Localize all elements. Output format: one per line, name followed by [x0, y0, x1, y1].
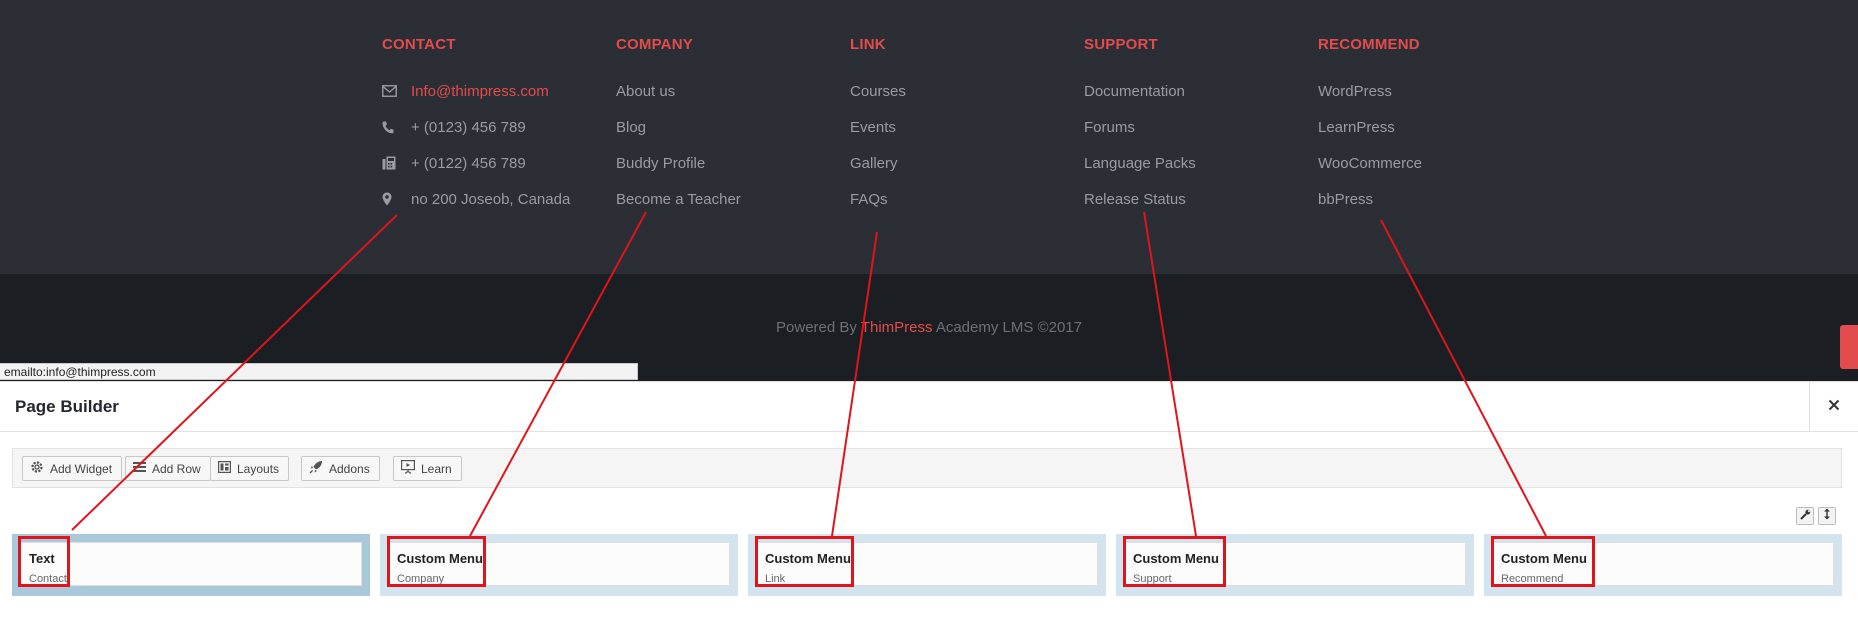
page-title: Page Builder [15, 397, 119, 416]
add-row-button[interactable]: Add Row [125, 456, 211, 481]
layout-icon [218, 461, 237, 476]
footer-link[interactable]: Gallery [850, 155, 898, 172]
presentation-icon [401, 460, 421, 477]
footer-link[interactable]: Documentation [1084, 83, 1185, 100]
close-button[interactable] [1809, 382, 1858, 431]
footer-link[interactable]: WordPress [1318, 83, 1392, 100]
contact-email[interactable]: Info@thimpress.com [382, 73, 612, 109]
email-link[interactable]: Info@thimpress.com [411, 83, 549, 100]
copyright-text: Powered By ThimPress Academy LMS ©2017 [0, 319, 1858, 336]
footer-link[interactable]: Buddy Profile [616, 155, 705, 172]
column-heading: SUPPORT [1084, 36, 1158, 53]
builder-widget[interactable]: Text Contact [20, 542, 362, 586]
footer-link[interactable]: WooCommerce [1318, 155, 1422, 172]
add-widget-label: Add Widget [50, 461, 113, 476]
footer-column-recommend: RECOMMEND WordPress LearnPress WooCommer… [1318, 36, 1548, 217]
column-heading: RECOMMEND [1318, 36, 1420, 53]
map-marker-icon [382, 192, 404, 206]
learn-label: Learn [421, 461, 452, 476]
rocket-icon [309, 460, 329, 477]
footer-link[interactable]: About us [616, 83, 675, 100]
footer-link[interactable]: Courses [850, 83, 906, 100]
layouts-label: Layouts [237, 461, 280, 476]
add-widget-button[interactable]: Add Widget [22, 456, 123, 481]
wrench-icon [1799, 507, 1811, 525]
copyright-prefix: Powered By [776, 319, 861, 336]
footer-column-contact: CONTACT Info@thimpress.com + (0123) 456 … [382, 36, 612, 217]
footer: CONTACT Info@thimpress.com + (0123) 456 … [0, 0, 1858, 274]
highlight-box [387, 536, 486, 587]
addons-button[interactable]: Addons [301, 456, 380, 481]
footer-column-support: SUPPORT Documentation Forums Language Pa… [1084, 36, 1314, 217]
move-icon [1823, 507, 1831, 525]
contact-fax: + (0122) 456 789 [382, 145, 612, 181]
column-heading: CONTACT [382, 36, 456, 53]
page-builder-header: Page Builder [0, 382, 1858, 432]
footer-link[interactable]: LearnPress [1318, 119, 1395, 136]
footer-link[interactable]: bbPress [1318, 191, 1373, 208]
contact-phone: + (0123) 456 789 [382, 109, 612, 145]
fax-number: + (0122) 456 789 [411, 154, 526, 172]
back-to-top-button[interactable] [1840, 325, 1858, 369]
column-heading: COMPANY [616, 36, 693, 53]
footer-column-link: LINK Courses Events Gallery FAQs [850, 36, 1080, 217]
footer-link[interactable]: Forums [1084, 119, 1135, 136]
add-row-label: Add Row [152, 461, 201, 476]
column-heading: LINK [850, 36, 886, 53]
phone-number: + (0123) 456 789 [411, 118, 526, 136]
page-builder-toolbar: Add Widget Add Row Layouts Addons Learn [12, 448, 1842, 488]
phone-icon [382, 121, 404, 134]
highlight-box [1123, 536, 1226, 587]
footer-link[interactable]: Blog [616, 119, 646, 136]
footer-link[interactable]: Become a Teacher [616, 191, 741, 208]
copyright-suffix: Academy LMS ©2017 [932, 319, 1082, 336]
row-move-button[interactable] [1818, 507, 1836, 525]
highlight-box [1491, 536, 1595, 587]
status-bar-url: emailto:info@thimpress.com [0, 363, 638, 380]
fax-icon [382, 156, 404, 170]
layouts-button[interactable]: Layouts [210, 456, 290, 481]
contact-address: no 200 Joseob, Canada [382, 181, 612, 217]
row-edit-button[interactable] [1796, 507, 1814, 525]
close-icon [1828, 398, 1840, 416]
footer-link[interactable]: Events [850, 119, 896, 136]
highlight-box [755, 536, 854, 587]
copyright-brand-link[interactable]: ThimPress [861, 319, 933, 336]
rows-icon [133, 461, 152, 476]
address-text: no 200 Joseob, Canada [411, 190, 571, 208]
learn-button[interactable]: Learn [393, 456, 462, 481]
addons-label: Addons [329, 461, 370, 476]
footer-link[interactable]: Release Status [1084, 191, 1186, 208]
footer-link[interactable]: FAQs [850, 191, 888, 208]
footer-column-company: COMPANY About us Blog Buddy Profile Beco… [616, 36, 846, 217]
highlight-box [18, 536, 70, 587]
envelope-icon [382, 85, 404, 97]
gear-icon [30, 460, 50, 477]
footer-link[interactable]: Language Packs [1084, 155, 1196, 172]
